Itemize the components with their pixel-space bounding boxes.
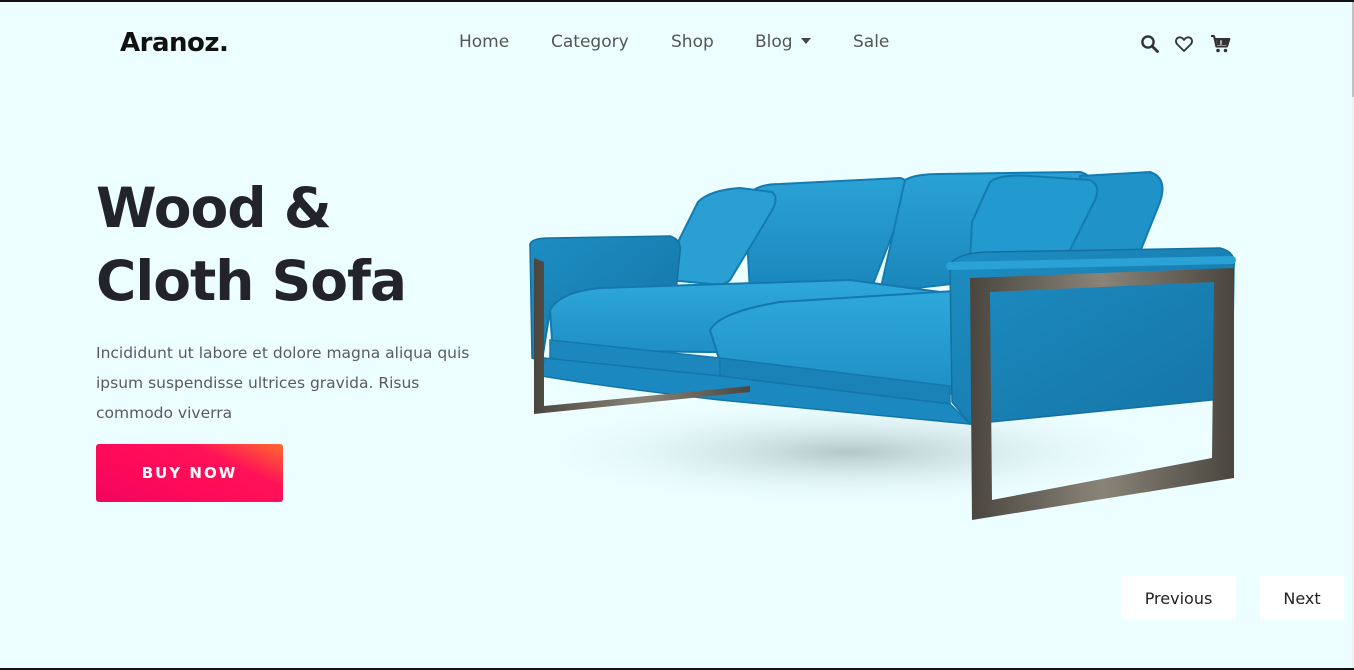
hero-title-line1: Wood & [96, 176, 332, 240]
hero-title: Wood & Cloth Sofa [96, 172, 407, 318]
nav-item-shop[interactable]: Shop [671, 32, 714, 52]
heart-icon[interactable] [1174, 34, 1194, 54]
caret-down-icon [800, 38, 811, 44]
nav-item-blog-dropdown[interactable]: Blog [755, 32, 811, 52]
previous-button[interactable]: Previous [1121, 576, 1236, 620]
nav-item-blog-label: Blog [755, 32, 793, 52]
search-icon[interactable] [1140, 34, 1160, 54]
cart-icon[interactable] [1210, 34, 1231, 54]
next-button[interactable]: Next [1260, 576, 1344, 620]
hero-description: Incididunt ut labore et dolore magna ali… [96, 344, 470, 422]
page: Aranoz. Home Category Shop Blog Sale Woo… [0, 2, 1352, 668]
hero-title-line2: Cloth Sofa [96, 249, 407, 313]
nav-item-sale[interactable]: Sale [853, 32, 889, 52]
buy-now-button[interactable]: BUY NOW [96, 444, 283, 502]
sofa-image [520, 170, 1236, 520]
nav-item-category[interactable]: Category [551, 32, 629, 52]
nav-item-home[interactable]: Home [459, 32, 509, 52]
